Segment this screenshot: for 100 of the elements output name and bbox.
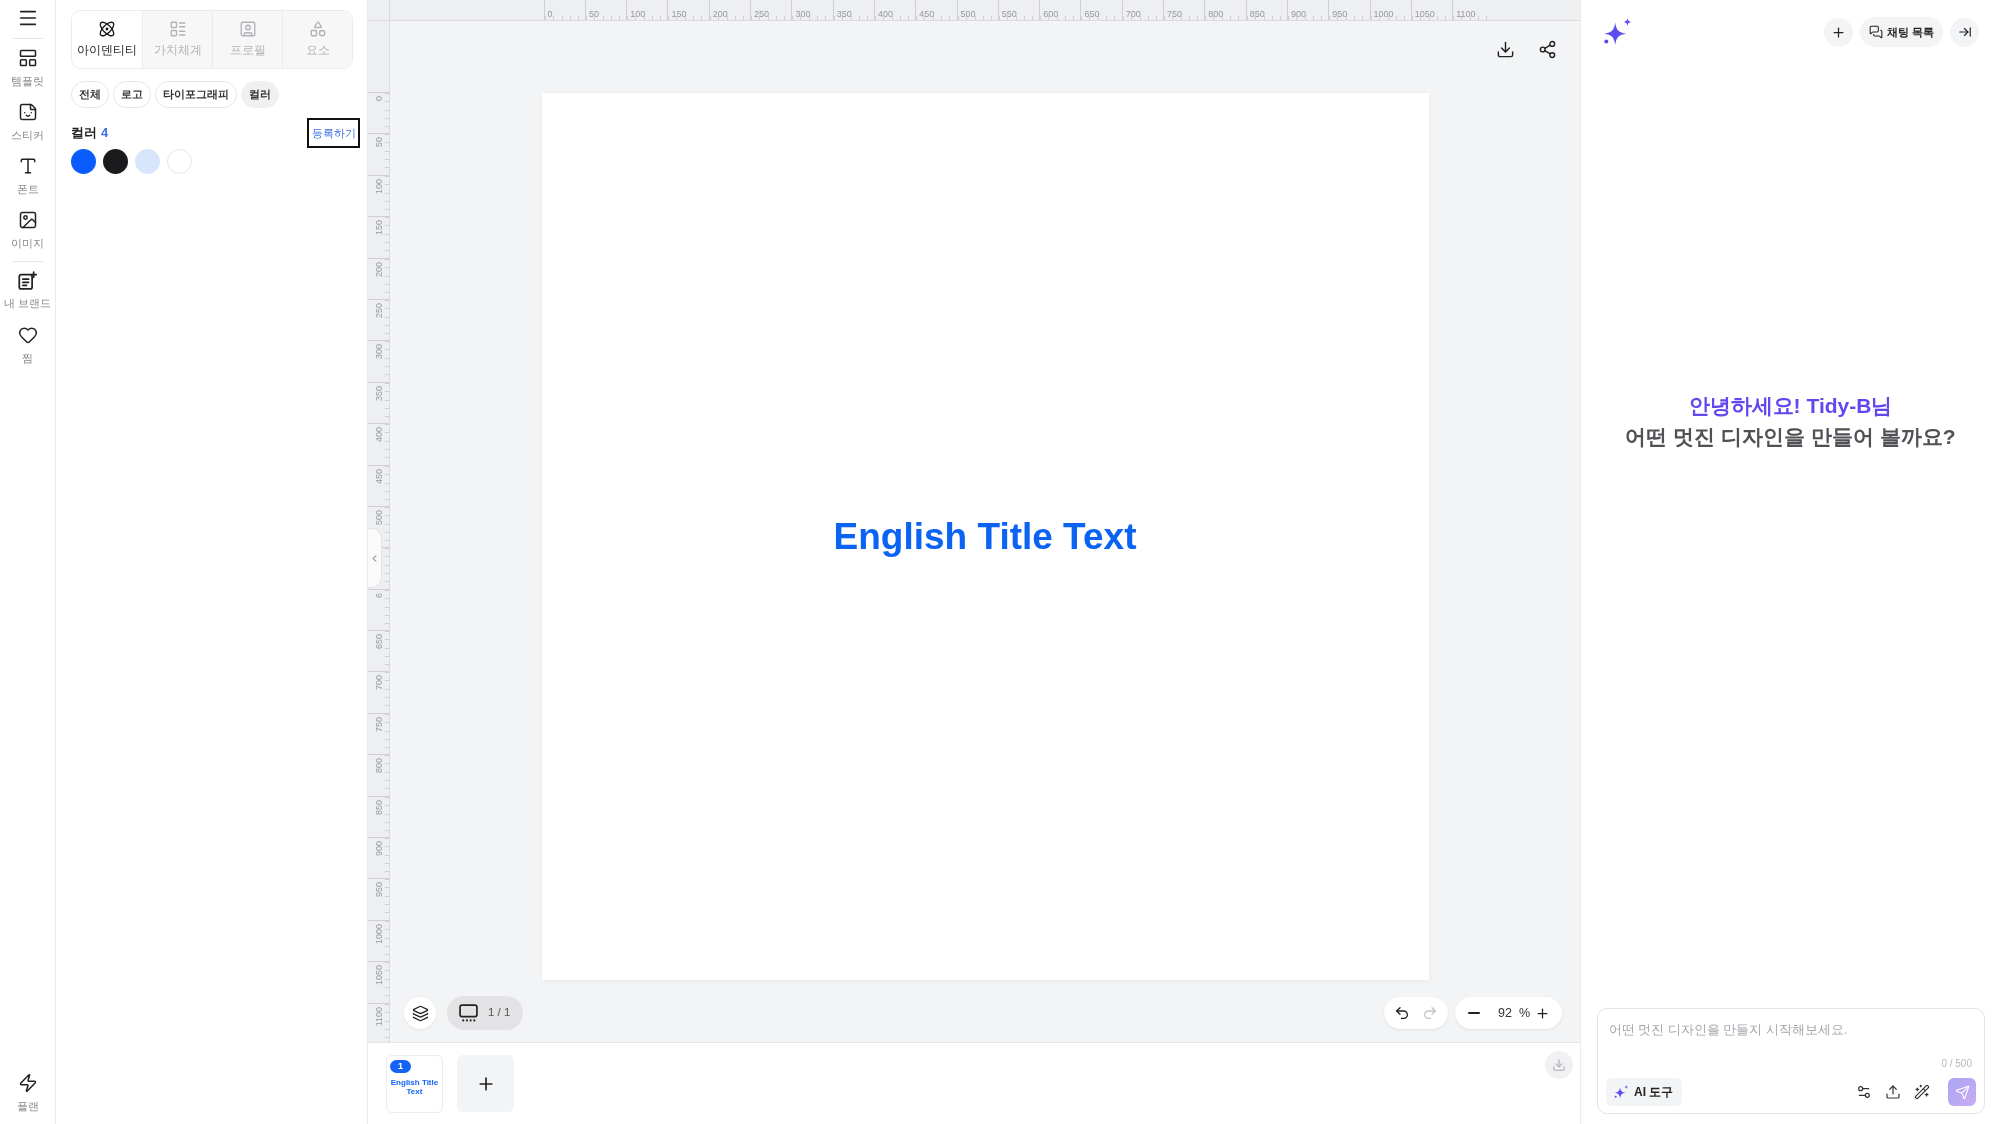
- lightning-icon: [17, 1073, 38, 1093]
- arrow-to-line-icon: [1957, 25, 1972, 39]
- heart-icon: [17, 325, 38, 345]
- image-icon: [17, 210, 38, 230]
- ruler-label: 500: [960, 9, 976, 19]
- color-swatch-icon[interactable]: [71, 149, 96, 174]
- ruler-label: 450: [373, 468, 384, 484]
- ruler-label: 800: [1208, 9, 1224, 19]
- ruler-label: 100: [373, 178, 384, 194]
- ruler-label: 350: [836, 9, 852, 19]
- sliders-icon: [1856, 1084, 1872, 1100]
- send-icon: [1954, 1084, 1970, 1100]
- layout-icon: [17, 48, 38, 68]
- filter-chip[interactable]: 전체: [71, 81, 109, 108]
- page-number-badge: 1: [390, 1059, 411, 1073]
- section-title: 컬러: [71, 125, 97, 141]
- sidebar-item[interactable]: 플랜: [2, 1065, 53, 1119]
- ruler-label: 100: [630, 9, 646, 19]
- thumbnail-text: English Title Text: [389, 1077, 440, 1096]
- sidebar-item[interactable]: 스티커: [2, 94, 53, 148]
- minus-icon: [1468, 1012, 1481, 1014]
- ruler-label: 950: [373, 882, 384, 898]
- undo-button[interactable]: [1393, 1004, 1411, 1022]
- filter-chip[interactable]: 타이포그래피: [155, 81, 237, 108]
- undo-icon: [1394, 1005, 1410, 1021]
- ruler-label: 600: [1043, 9, 1059, 19]
- sidebar-item[interactable]: 찜: [2, 317, 53, 371]
- magic-wand-icon: [1914, 1084, 1930, 1100]
- chat-bubbles-icon: [1868, 25, 1883, 39]
- page-indicator[interactable]: 1 / 1: [447, 996, 524, 1030]
- chat-list-button[interactable]: 채팅 목록: [1859, 17, 1943, 47]
- ruler-label: 1000: [373, 923, 384, 944]
- ruler-label: 700: [1125, 9, 1141, 19]
- ruler-label: 650: [373, 634, 384, 650]
- ruler-label: 200: [712, 9, 728, 19]
- sparkle-icon: [1614, 1085, 1629, 1099]
- zoom-value[interactable]: 92: [1497, 1006, 1512, 1020]
- ruler-label: 850: [1249, 9, 1265, 19]
- filter-chip[interactable]: 로고: [113, 81, 151, 108]
- shapes-icon: [308, 20, 327, 38]
- ai-tools-button[interactable]: AI 도구: [1606, 1078, 1683, 1106]
- download-icon: [1495, 39, 1515, 59]
- ruler-label: 200: [373, 261, 384, 277]
- list-icon: [168, 20, 187, 38]
- plus-icon: [1535, 1005, 1550, 1021]
- layers-button[interactable]: [404, 997, 436, 1029]
- upload-icon: [1885, 1084, 1901, 1100]
- share-icon: [1537, 39, 1557, 59]
- sidebar-item[interactable]: 내 브랜드: [2, 263, 53, 317]
- ruler-label: 150: [671, 9, 687, 19]
- color-swatch-icon[interactable]: [135, 149, 160, 174]
- ruler-label: 400: [877, 9, 893, 19]
- ruler-label: 800: [373, 758, 384, 774]
- ruler-label: 1000: [1373, 9, 1394, 19]
- greeting-title: 안녕하세요! Tidy-B님: [1688, 393, 1893, 419]
- sparkle-icon: [1603, 18, 1633, 46]
- ruler-label: 0: [547, 9, 553, 19]
- atom-icon: [98, 20, 116, 38]
- chat-input[interactable]: 어떤 멋진 디자인을 만들지 시작해보세요.: [1609, 1022, 1976, 1052]
- ruler-label: 250: [373, 302, 384, 318]
- filter-chip[interactable]: 컬러: [241, 81, 279, 108]
- ruler-label: 0: [373, 96, 384, 101]
- color-count: 4: [101, 125, 109, 141]
- plus-icon: [1830, 24, 1846, 40]
- sidebar-item[interactable]: 템플릿: [2, 40, 53, 94]
- zoom-unit: %: [1518, 1006, 1530, 1020]
- page-title-text[interactable]: English Title Text: [833, 514, 1137, 559]
- ruler-label: 450: [919, 9, 935, 19]
- ruler-label: 550: [1001, 9, 1017, 19]
- ruler-label: 500: [373, 509, 384, 525]
- ruler-label: 750: [1167, 9, 1183, 19]
- chat-input-box[interactable]: 어떤 멋진 디자인을 만들지 시작해보세요. 0 / 500 AI 도구: [1597, 1008, 1985, 1114]
- ruler-label: 300: [373, 344, 384, 360]
- zoom-in-button[interactable]: [1535, 1005, 1550, 1021]
- color-swatch-icon[interactable]: [103, 149, 128, 174]
- greeting-subtitle: 어떤 멋진 디자인을 만들어 볼까요?: [1625, 424, 1956, 450]
- collapse-button[interactable]: [1950, 17, 1979, 47]
- character-counter: 0 / 500: [1941, 1057, 1973, 1071]
- sidebar-item[interactable]: 이미지: [2, 202, 53, 256]
- user-card-icon: [238, 20, 257, 38]
- ruler-label: 900: [373, 841, 384, 857]
- ruler-label: 400: [373, 427, 384, 443]
- redo-icon: [1422, 1005, 1438, 1021]
- register-button[interactable]: 등록하기: [307, 118, 360, 148]
- ruler-label: 300: [795, 9, 811, 19]
- ruler-label: 250: [754, 9, 770, 19]
- ruler-label: 950: [1332, 9, 1348, 19]
- ruler-label: 150: [373, 220, 384, 236]
- ruler-label: 750: [373, 716, 384, 732]
- sidebar-item[interactable]: 폰트: [2, 148, 53, 202]
- sticker-icon: [17, 102, 38, 122]
- ruler-label: 50: [588, 9, 599, 19]
- card-plus-icon: [18, 271, 37, 290]
- ruler-label: 1100: [1456, 9, 1476, 19]
- ruler-label: 900: [1290, 9, 1306, 19]
- ruler-label: 1100: [373, 1006, 384, 1026]
- layers-icon: [411, 1004, 429, 1022]
- ruler-label: 700: [373, 675, 384, 691]
- ruler-label: 850: [373, 799, 384, 815]
- page-thumbnail[interactable]: 1 English Title Text: [386, 1054, 443, 1113]
